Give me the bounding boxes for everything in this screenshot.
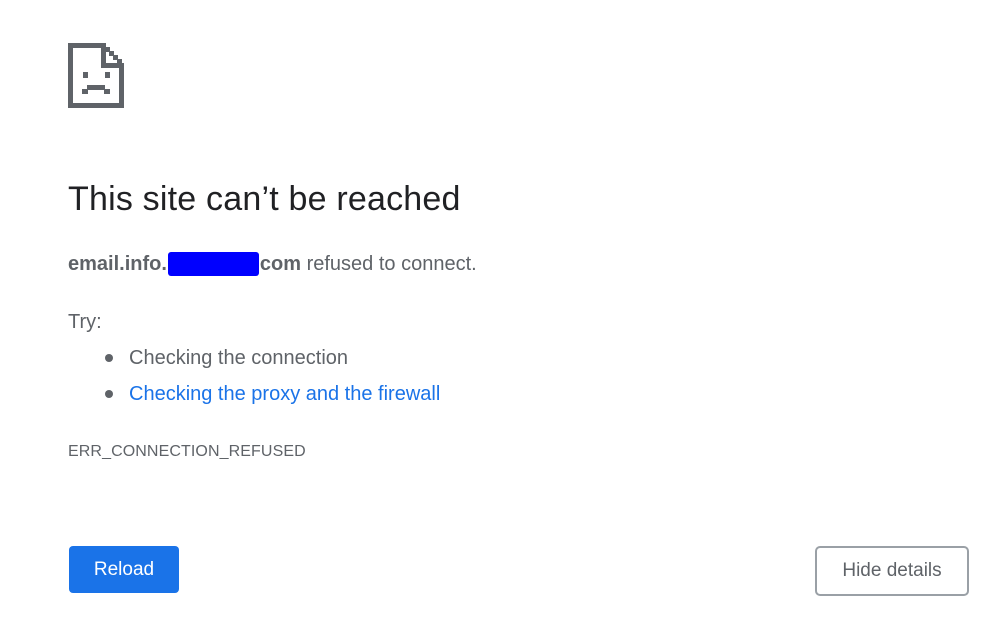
error-page: This site can’t be reached email.info. co… [0, 0, 997, 625]
suggestion-check-connection: Checking the connection [129, 347, 349, 369]
summary-message: refused to connect. [301, 253, 477, 275]
bullet-icon [105, 390, 113, 398]
try-label: Try: [68, 311, 102, 333]
suggestions-list: Checking the connection Checking the pro… [105, 340, 440, 412]
error-code: ERR_CONNECTION_REFUSED [68, 443, 306, 460]
page-title: This site can’t be reached [68, 180, 461, 218]
sad-page-icon [68, 43, 124, 108]
host-suffix: com [259, 253, 302, 275]
suggestion-item: Checking the connection [105, 340, 440, 376]
host-name: email.info. com [68, 252, 302, 276]
error-summary: email.info. com refused to connect. [68, 252, 477, 276]
host-prefix: email.info. [68, 253, 167, 275]
proxy-firewall-link[interactable]: Checking the proxy and the firewall [129, 383, 440, 405]
redaction-box [167, 252, 259, 276]
bullet-icon [105, 354, 113, 362]
hide-details-button[interactable]: Hide details [815, 546, 969, 596]
reload-button[interactable]: Reload [69, 546, 179, 593]
suggestion-item: Checking the proxy and the firewall [105, 376, 440, 412]
